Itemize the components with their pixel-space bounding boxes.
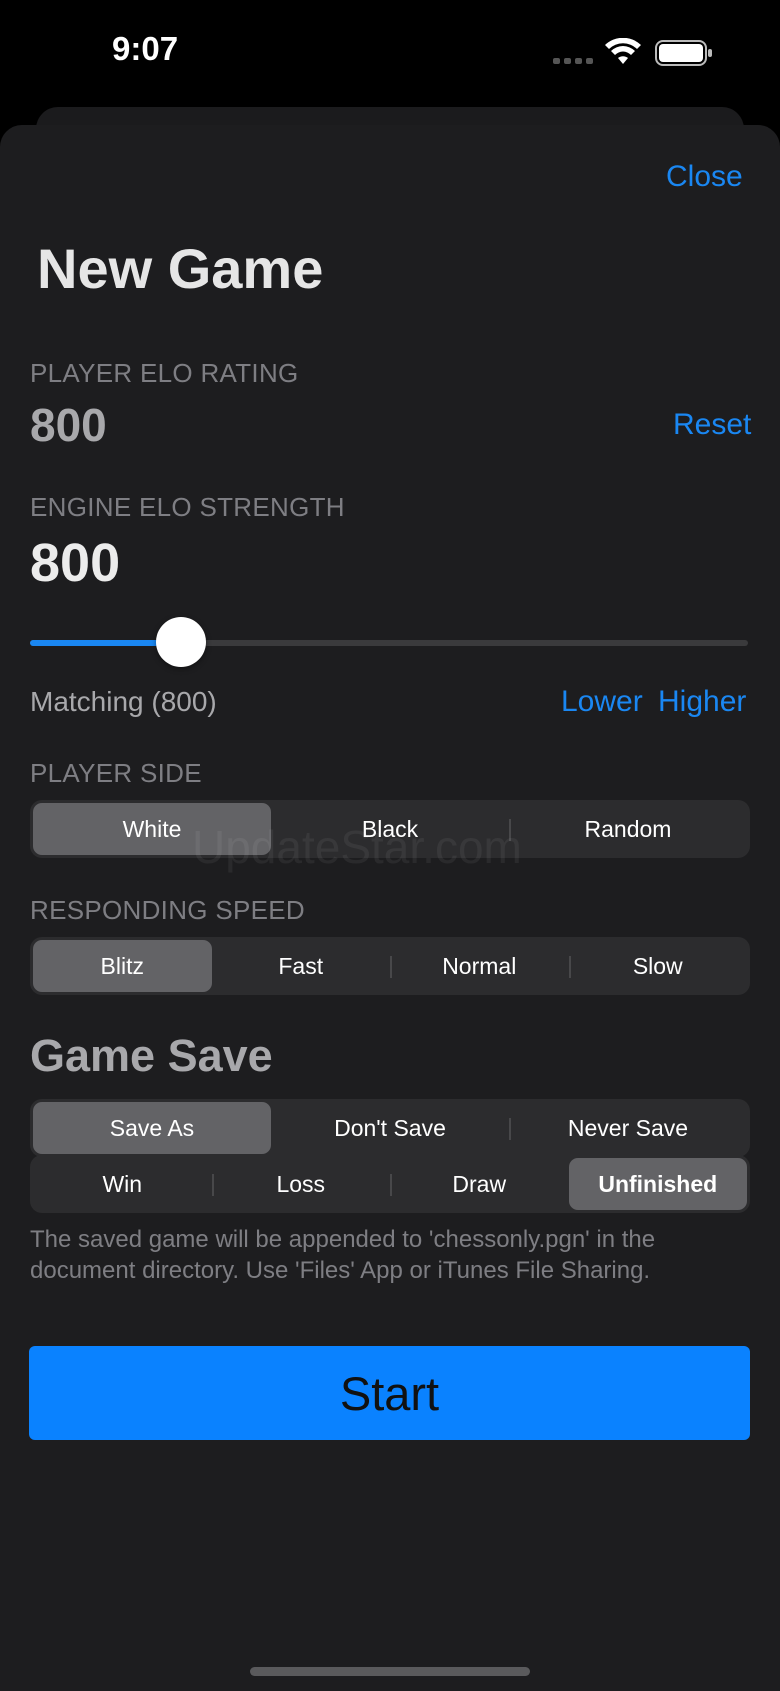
engine-elo-slider[interactable]: [30, 640, 748, 646]
speed-option-slow[interactable]: Slow: [568, 940, 748, 992]
battery-icon: [655, 40, 712, 66]
responding-speed-label: RESPONDING SPEED: [30, 895, 305, 925]
cellular-signal-icon: [553, 58, 593, 64]
side-option-random[interactable]: Random: [509, 803, 747, 855]
engine-elo-value: 800: [30, 533, 121, 593]
player-side-label: PLAYER SIDE: [30, 758, 202, 788]
close-button[interactable]: Close: [666, 160, 743, 194]
save-note: The saved game will be appended to 'ches…: [30, 1226, 656, 1284]
higher-button[interactable]: Higher: [658, 685, 746, 719]
slider-thumb[interactable]: [155, 617, 206, 667]
save-option-save-as[interactable]: Save As: [33, 1102, 271, 1154]
save-mode-control: Save As Don't Save Never Save: [30, 1099, 750, 1157]
start-button[interactable]: Start: [29, 1346, 750, 1440]
game-save-title: Game Save: [30, 1030, 273, 1081]
engine-elo-label: ENGINE ELO STRENGTH: [30, 492, 345, 522]
home-indicator: [250, 1667, 530, 1676]
status-bar: 9:07: [0, 0, 780, 104]
result-option-draw[interactable]: Draw: [390, 1158, 569, 1210]
watermark: UpdateStar.com: [192, 821, 522, 873]
speed-option-normal[interactable]: Normal: [390, 940, 569, 992]
matching-text: Matching (800): [30, 686, 217, 717]
result-option-loss[interactable]: Loss: [211, 1158, 391, 1210]
speed-option-fast[interactable]: Fast: [212, 940, 391, 992]
reset-button[interactable]: Reset: [673, 408, 751, 442]
clock: 9:07: [112, 30, 179, 67]
player-elo-value: 800: [30, 399, 107, 451]
player-elo-label: PLAYER ELO RATING: [30, 358, 299, 388]
game-result-control: Win Loss Draw Unfinished: [30, 1155, 750, 1213]
result-option-win[interactable]: Win: [33, 1158, 212, 1210]
save-option-never-save[interactable]: Never Save: [509, 1102, 747, 1154]
page-title: New Game: [37, 237, 324, 300]
lower-button[interactable]: Lower: [561, 685, 643, 719]
wifi-icon: [605, 38, 641, 64]
result-option-unfinished[interactable]: Unfinished: [568, 1158, 747, 1210]
speed-option-blitz[interactable]: Blitz: [33, 940, 212, 992]
save-option-dont-save[interactable]: Don't Save: [271, 1102, 509, 1154]
responding-speed-control: Blitz Fast Normal Slow: [30, 937, 750, 995]
